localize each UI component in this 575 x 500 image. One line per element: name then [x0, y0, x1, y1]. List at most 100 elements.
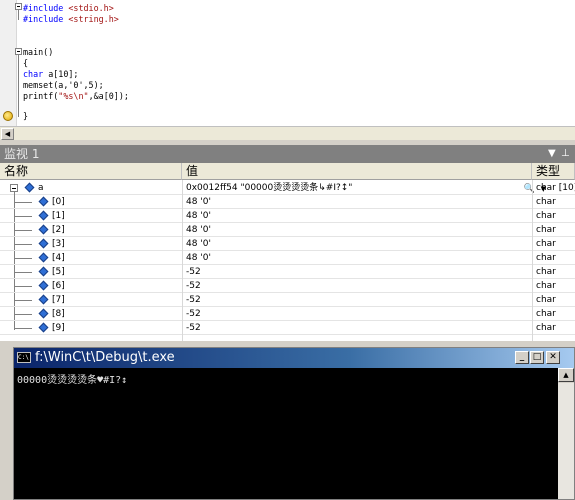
watch-name: [6] [52, 281, 65, 291]
watch-name: [3] [52, 239, 65, 249]
tree-branch-line [14, 314, 32, 315]
code-line-char-decl[interactable]: char a[10]; [23, 69, 78, 80]
watch-value: 48 '0' [186, 253, 211, 263]
console-titlebar[interactable]: C:\ f:\WinC\t\Debug\t.exe _ □ ✕ [14, 348, 574, 368]
variable-icon [38, 308, 49, 319]
watch-type: char [536, 309, 556, 319]
fold-line [18, 55, 19, 117]
watch-type: char [536, 211, 556, 221]
watch-value: 48 '0' [186, 197, 211, 207]
fold-toggle-include-icon[interactable] [15, 3, 22, 10]
code-editor[interactable]: #include <stdio.h> #include <string.h> m… [0, 0, 575, 128]
variable-icon [38, 280, 49, 291]
watch-row[interactable]: [5] -52 char [0, 265, 575, 279]
code-header-name: <string.h> [68, 14, 119, 24]
code-line-main[interactable]: main() [23, 47, 53, 58]
console-output: 00000烫烫烫烫条♥#I?↕ [17, 375, 128, 386]
watch-value: 0x0012ff54 "00000烫烫烫烫条↳#I?↕" [186, 183, 353, 193]
minimize-icon[interactable]: _ [515, 351, 529, 364]
console-vertical-scrollbar[interactable]: ▲ [558, 368, 574, 499]
code-line-printf[interactable]: printf("%s\n",&a[0]); [23, 91, 129, 102]
watch-row[interactable]: [7] -52 char [0, 293, 575, 307]
tree-branch-line [14, 244, 32, 245]
tree-branch-line [14, 272, 32, 273]
watch-value: -52 [186, 281, 201, 291]
code-text: memset(a,'0',5); [23, 80, 104, 90]
tree-branch-line [14, 286, 32, 287]
code-line-open-brace[interactable]: { [23, 58, 28, 69]
column-divider [182, 180, 183, 341]
code-string: "%s\n" [58, 91, 89, 101]
watch-name: [9] [52, 323, 65, 333]
watch-value: 48 '0' [186, 211, 211, 221]
code-line-1[interactable]: #include <stdio.h> [23, 3, 114, 14]
code-header-name: <stdio.h> [68, 3, 114, 13]
watch-row[interactable]: [6] -52 char [0, 279, 575, 293]
watch-row[interactable]: [1] 48 '0' char [0, 209, 575, 223]
watch-type: char [536, 295, 556, 305]
variable-icon [38, 224, 49, 235]
code-line-memset[interactable]: memset(a,'0',5); [23, 80, 104, 91]
variable-icon [38, 210, 49, 221]
editor-horizontal-scrollbar[interactable]: ◀ [0, 126, 575, 140]
watch-name: a [38, 183, 44, 193]
code-line-2[interactable]: #include <string.h> [23, 14, 119, 25]
pin-icon[interactable]: ⊥ [561, 145, 570, 163]
watch-type: char [536, 225, 556, 235]
watch-value: -52 [186, 267, 201, 277]
watch-type: char [536, 281, 556, 291]
console-title: f:\WinC\t\Debug\t.exe [35, 350, 175, 365]
maximize-icon[interactable]: □ [530, 351, 544, 364]
watch-row[interactable]: [9] -52 char [0, 321, 575, 335]
code-line-close-brace[interactable]: } [23, 111, 28, 122]
tree-branch-line [14, 300, 32, 301]
scroll-track[interactable] [558, 383, 574, 499]
watch-panel-titlebar: 监视 1 ▼ ⊥ [0, 145, 575, 163]
close-icon[interactable]: ✕ [546, 351, 560, 364]
fold-toggle-main-icon[interactable] [15, 48, 22, 55]
code-keyword: char [23, 69, 44, 79]
watch-value: -52 [186, 295, 201, 305]
column-header-type[interactable]: 类型 [532, 163, 575, 180]
watch-name: [8] [52, 309, 65, 319]
watch-type: char [536, 253, 556, 263]
code-text: ,&a[0]); [88, 91, 129, 101]
code-directive: #include [23, 3, 69, 13]
column-header-name[interactable]: 名称 [0, 163, 182, 180]
watch-name: [1] [52, 211, 65, 221]
console-app-icon[interactable]: C:\ [17, 352, 31, 363]
watch-type: char [536, 267, 556, 277]
watch-grid[interactable]: 名称 值 类型 a 0x0012ff54 "00000烫烫烫烫条↳#I?↕" 🔍… [0, 163, 575, 341]
panel-dropdown-icon[interactable]: ▼ [548, 145, 556, 163]
watch-name: [4] [52, 253, 65, 263]
variable-icon [24, 182, 35, 193]
watch-value: -52 [186, 309, 201, 319]
watch-type: char [536, 323, 556, 333]
text-visualizer-icon[interactable]: 🔍 [524, 182, 535, 196]
watch-type: char [10] [536, 183, 575, 193]
watch-row-root[interactable]: a 0x0012ff54 "00000烫烫烫烫条↳#I?↕" 🔍 ▼ char … [0, 181, 575, 195]
editor-gutter [0, 0, 17, 128]
console-window[interactable]: C:\ f:\WinC\t\Debug\t.exe _ □ ✕ 00000烫烫烫… [13, 347, 575, 500]
watch-type: char [536, 239, 556, 249]
code-text: a[10]; [43, 69, 79, 79]
collapse-tree-icon[interactable] [10, 184, 18, 192]
watch-row[interactable]: [4] 48 '0' char [0, 251, 575, 265]
variable-icon [38, 238, 49, 249]
scroll-up-icon[interactable]: ▲ [558, 368, 574, 382]
column-header-value[interactable]: 值 [182, 163, 532, 180]
scroll-left-icon[interactable]: ◀ [1, 128, 14, 140]
watch-value: 48 '0' [186, 239, 211, 249]
watch-name: [5] [52, 267, 65, 277]
watch-name: [0] [52, 197, 65, 207]
watch-row[interactable]: [2] 48 '0' char [0, 223, 575, 237]
variable-icon [38, 294, 49, 305]
tree-branch-line [14, 202, 32, 203]
variable-icon [38, 322, 49, 333]
watch-row[interactable]: [3] 48 '0' char [0, 237, 575, 251]
column-divider [532, 180, 533, 341]
watch-row[interactable]: [0] 48 '0' char [0, 195, 575, 209]
watch-row[interactable]: [8] -52 char [0, 307, 575, 321]
code-directive: #include [23, 14, 69, 24]
watch-value: 48 '0' [186, 225, 211, 235]
